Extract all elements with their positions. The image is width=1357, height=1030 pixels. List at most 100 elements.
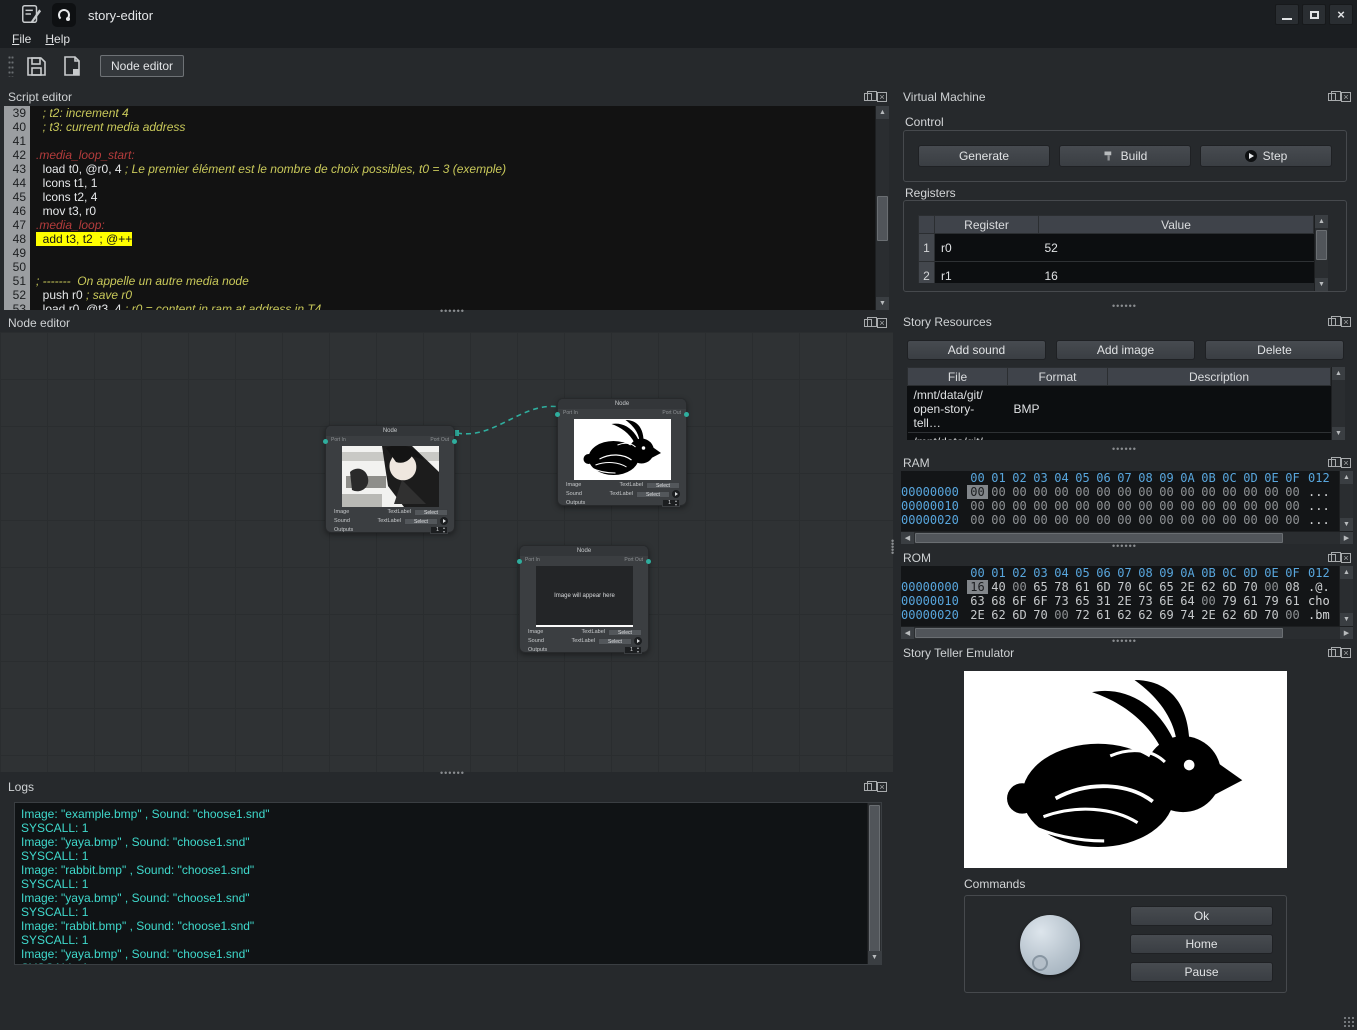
- float-panel-icon[interactable]: [1328, 93, 1336, 101]
- scroll-down-arrow[interactable]: ▼: [868, 951, 881, 964]
- rom-hex-view[interactable]: 000102030405060708090A0B0C0D0E0F01200000…: [901, 566, 1339, 626]
- resource-row[interactable]: /mnt/data/git/ open-story-tellBMP: [908, 433, 1331, 441]
- hex-byte[interactable]: 2E: [1114, 594, 1135, 608]
- hex-byte[interactable]: 70: [1261, 608, 1282, 622]
- image-select-button[interactable]: Select: [646, 482, 680, 489]
- add-image-button[interactable]: Add image: [1056, 340, 1195, 360]
- hex-byte[interactable]: 00: [1261, 513, 1282, 527]
- code-line[interactable]: 49: [4, 246, 875, 260]
- hex-byte[interactable]: 00: [967, 499, 988, 513]
- hex-byte[interactable]: 00: [1282, 499, 1303, 513]
- hex-byte[interactable]: 00: [1240, 485, 1261, 499]
- code-line[interactable]: 47.media_loop:: [4, 218, 875, 232]
- close-panel-icon[interactable]: ×: [877, 318, 887, 328]
- hex-byte[interactable]: 00: [1261, 499, 1282, 513]
- float-panel-icon[interactable]: [1328, 649, 1336, 657]
- hex-byte[interactable]: 62: [1114, 608, 1135, 622]
- hex-byte[interactable]: 6D: [1009, 608, 1030, 622]
- node-title[interactable]: Node: [326, 426, 454, 436]
- close-panel-icon[interactable]: ×: [877, 92, 887, 102]
- hex-byte[interactable]: 00: [1093, 499, 1114, 513]
- ram-title-bar[interactable]: RAM ×: [895, 454, 1357, 472]
- hex-byte[interactable]: 65: [1156, 580, 1177, 594]
- hex-byte[interactable]: 00: [1051, 499, 1072, 513]
- hex-byte[interactable]: 00: [1093, 485, 1114, 499]
- hex-byte[interactable]: 70: [1114, 580, 1135, 594]
- hex-byte[interactable]: 61: [1072, 580, 1093, 594]
- scroll-up-arrow[interactable]: ▲: [1340, 566, 1353, 579]
- hex-byte[interactable]: 78: [1051, 580, 1072, 594]
- registers-header[interactable]: Value: [1039, 216, 1314, 234]
- scroll-left-arrow[interactable]: ◀: [901, 627, 914, 639]
- node-title[interactable]: Node: [520, 546, 648, 556]
- port-out-dot[interactable]: [684, 412, 689, 417]
- resource-row[interactable]: /mnt/data/git/ open-story-tell…BMP: [908, 386, 1331, 433]
- hex-byte[interactable]: 65: [1072, 594, 1093, 608]
- scroll-right-arrow[interactable]: ▶: [1340, 627, 1353, 639]
- float-panel-icon[interactable]: [864, 93, 872, 101]
- sound-select-button[interactable]: Select: [598, 638, 632, 645]
- port-in-dot[interactable]: [517, 559, 522, 564]
- hex-byte[interactable]: 00: [1009, 513, 1030, 527]
- register-row[interactable]: 2r116: [919, 262, 1314, 284]
- horizontal-splitter[interactable]: ••••••: [1112, 446, 1137, 452]
- hex-byte[interactable]: 72: [1072, 608, 1093, 622]
- build-button[interactable]: Build: [1059, 145, 1191, 167]
- ok-button[interactable]: Ok: [1130, 906, 1273, 926]
- code-line[interactable]: 40 ; t3: current media address: [4, 120, 875, 134]
- generate-button[interactable]: Generate: [918, 145, 1050, 167]
- float-panel-icon[interactable]: [864, 319, 872, 327]
- hex-byte[interactable]: 79: [1219, 594, 1240, 608]
- code-line[interactable]: 41: [4, 134, 875, 148]
- play-sound-icon[interactable]: [672, 490, 680, 498]
- hex-byte[interactable]: 00: [1198, 513, 1219, 527]
- scroll-handle[interactable]: [869, 805, 880, 955]
- rotary-knob[interactable]: [1020, 915, 1080, 975]
- hex-byte[interactable]: 00: [1177, 513, 1198, 527]
- hex-byte[interactable]: 00: [1177, 499, 1198, 513]
- hex-byte[interactable]: 62: [1135, 608, 1156, 622]
- hex-byte[interactable]: 00: [1261, 580, 1282, 594]
- delete-button[interactable]: Delete: [1205, 340, 1344, 360]
- code-editor[interactable]: 39 ; t2: increment 440 ; t3: current med…: [4, 106, 875, 310]
- ram-hex-view[interactable]: 000102030405060708090A0B0C0D0E0F01200000…: [901, 471, 1339, 531]
- close-panel-icon[interactable]: ×: [1341, 92, 1351, 102]
- hex-byte[interactable]: 63: [967, 594, 988, 608]
- hex-byte[interactable]: 00: [988, 513, 1009, 527]
- minimize-button[interactable]: [1275, 4, 1299, 25]
- register-row[interactable]: 1r052: [919, 234, 1314, 262]
- hex-byte[interactable]: 00: [1051, 485, 1072, 499]
- horizontal-splitter[interactable]: ••••••: [1112, 303, 1137, 309]
- emulator-title-bar[interactable]: Story Teller Emulator ×: [895, 644, 1357, 662]
- hex-byte[interactable]: 00: [1198, 594, 1219, 608]
- code-line[interactable]: 45 lcons t2, 4: [4, 190, 875, 204]
- hex-byte[interactable]: 00: [1282, 485, 1303, 499]
- media-node-rabbit[interactable]: Node Port In Port Out Image TextLabel Se…: [557, 398, 687, 506]
- hex-byte[interactable]: 00: [1009, 499, 1030, 513]
- hex-byte[interactable]: 70: [1240, 580, 1261, 594]
- float-panel-icon[interactable]: [1328, 318, 1336, 326]
- outputs-spinbox[interactable]: 1▲▼: [430, 526, 448, 534]
- hex-byte[interactable]: 16: [967, 580, 988, 594]
- outputs-spinbox[interactable]: 1▲▼: [662, 499, 680, 507]
- hex-byte[interactable]: 00: [1114, 499, 1135, 513]
- maximize-button[interactable]: [1302, 4, 1326, 25]
- rom-title-bar[interactable]: ROM ×: [895, 549, 1357, 567]
- menu-file[interactable]: File: [12, 32, 31, 46]
- hex-byte[interactable]: 2E: [1177, 580, 1198, 594]
- close-panel-icon[interactable]: ×: [1341, 317, 1351, 327]
- step-button[interactable]: Step: [1200, 145, 1332, 167]
- window-resize-grip[interactable]: [1343, 1016, 1355, 1028]
- save-icon[interactable]: [22, 52, 50, 80]
- hex-byte[interactable]: 79: [1261, 594, 1282, 608]
- hex-byte[interactable]: 70: [1030, 608, 1051, 622]
- hex-byte[interactable]: 69: [1156, 608, 1177, 622]
- hex-byte[interactable]: 00: [1114, 485, 1135, 499]
- scroll-down-arrow[interactable]: ▼: [876, 297, 889, 310]
- hex-byte[interactable]: 00: [967, 485, 988, 499]
- media-node-empty[interactable]: Node Port In Port Out Image will appear …: [519, 545, 649, 653]
- ram-vscrollbar[interactable]: ▲ ▼: [1339, 471, 1353, 531]
- hex-byte[interactable]: 62: [988, 608, 1009, 622]
- outputs-spinbox[interactable]: 1▲▼: [624, 646, 642, 654]
- code-line[interactable]: 52 push r0 ; save r0: [4, 288, 875, 302]
